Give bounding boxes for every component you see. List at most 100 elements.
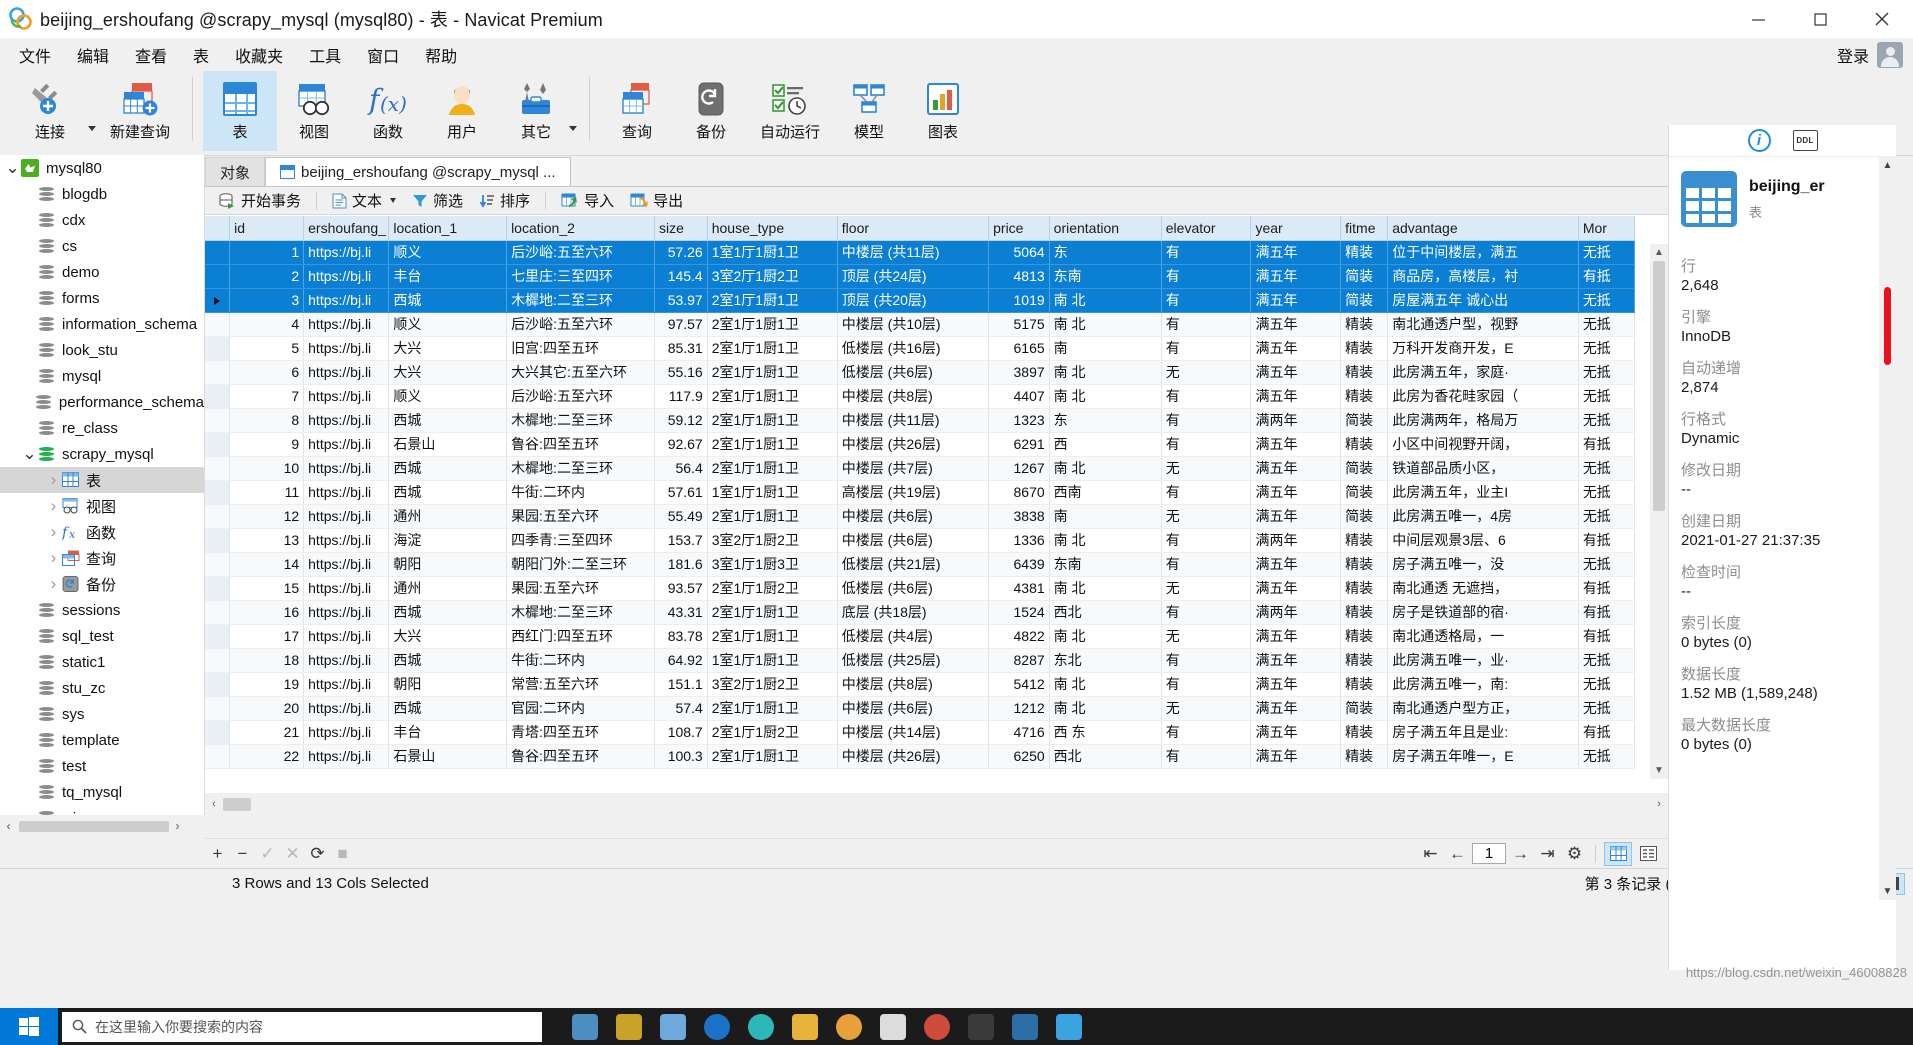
cell-orientation[interactable]: 南 北 (1049, 528, 1162, 553)
toolbar-chart-button[interactable]: 图表 (906, 71, 980, 151)
cell-id[interactable]: 5 (229, 336, 305, 361)
cell-loc2[interactable]: 朝阳门外:二至三环 (506, 552, 656, 577)
taskbar-app-9-icon[interactable] (924, 1013, 950, 1040)
cell-orientation[interactable]: 西南 (1049, 480, 1162, 505)
cell-floor[interactable]: 低楼层 (共25层) (837, 648, 990, 673)
row-gutter-cell[interactable] (205, 360, 231, 385)
cell-mor[interactable]: 无抵 (1578, 480, 1636, 505)
cell-id[interactable]: 17 (229, 624, 305, 649)
column-header-id[interactable]: id (229, 216, 305, 241)
cell-size[interactable]: 181.6 (654, 552, 708, 577)
cell-floor[interactable]: 底层 (共18层) (837, 600, 990, 625)
cell-price[interactable]: 1336 (988, 528, 1050, 553)
cell-year[interactable]: 满五年 (1250, 504, 1342, 529)
cell-size[interactable]: 85.31 (654, 336, 708, 361)
taskbar-app-3-icon[interactable] (660, 1013, 686, 1040)
menu-tools[interactable]: 工具 (296, 39, 354, 71)
cell-id[interactable]: 7 (229, 384, 305, 409)
first-page-button[interactable]: ⇤ (1418, 841, 1443, 866)
cell-loc2[interactable]: 木樨地:二至三环 (506, 456, 656, 481)
cell-id[interactable]: 9 (229, 432, 305, 457)
minimize-button[interactable] (1727, 0, 1789, 38)
cell-url[interactable]: https://bj.li (303, 312, 390, 337)
cell-size[interactable]: 55.16 (654, 360, 708, 385)
sidebar-item-test[interactable]: test (0, 753, 204, 779)
cell-elevator[interactable]: 无 (1161, 696, 1252, 721)
row-gutter-cell[interactable] (205, 720, 231, 745)
cell-year[interactable]: 满两年 (1250, 528, 1342, 553)
cell-elevator[interactable]: 有 (1161, 552, 1252, 577)
cell-mor[interactable]: 无抵 (1578, 240, 1636, 265)
delete-record-button[interactable]: − (230, 841, 255, 866)
page-number-input[interactable]: 1 (1472, 843, 1506, 864)
cell-fitme[interactable]: 精装 (1340, 576, 1389, 601)
cell-advantage[interactable]: 房子满五年且是业: (1387, 720, 1579, 745)
stop-button[interactable]: ■ (330, 841, 355, 866)
scroll-right-icon[interactable]: › (1650, 798, 1668, 810)
cell-id[interactable]: 13 (229, 528, 305, 553)
cell-mor[interactable]: 无抵 (1578, 312, 1636, 337)
prev-page-button[interactable]: ← (1445, 841, 1470, 866)
cell-loc2[interactable]: 鲁谷:四至五环 (506, 432, 656, 457)
cell-fitme[interactable]: 简装 (1340, 480, 1389, 505)
cell-elevator[interactable]: 有 (1161, 312, 1252, 337)
column-header-elevator[interactable]: elevator (1161, 216, 1252, 241)
cell-floor[interactable]: 高楼层 (共19层) (837, 480, 990, 505)
cell-elevator[interactable]: 无 (1161, 624, 1252, 649)
cell-fitme[interactable]: 简装 (1340, 456, 1389, 481)
sidebar-item-re_class[interactable]: re_class (0, 415, 204, 441)
table-row[interactable]: 16 https://bj.li 西城 木樨地:二至三环 43.31 2室1厅1厨1卫 底层… (205, 600, 1636, 625)
add-record-button[interactable]: + (205, 841, 230, 866)
cell-mor[interactable]: 有抵 (1578, 432, 1636, 457)
cell-price[interactable]: 3897 (988, 360, 1050, 385)
cell-orientation[interactable]: 南 (1049, 336, 1162, 361)
cell-house_type[interactable]: 2室1厅1厨1卫 (707, 312, 838, 337)
cell-orientation[interactable]: 西 东 (1049, 720, 1162, 745)
cell-loc2[interactable]: 牛街:二环内 (506, 480, 656, 505)
cell-loc2[interactable]: 后沙峪:五至六环 (506, 384, 656, 409)
table-row[interactable]: 21 https://bj.li 丰台 青塔:四至五环 108.7 2室1厅1厨2卫 中楼层… (205, 720, 1636, 745)
cell-fitme[interactable]: 简装 (1340, 408, 1389, 433)
sidebar-item-wj[interactable]: wj (0, 805, 204, 815)
sidebar-item-sql_test[interactable]: sql_test (0, 623, 204, 649)
cell-fitme[interactable]: 精装 (1340, 624, 1389, 649)
taskbar-app-10-icon[interactable] (968, 1013, 994, 1040)
row-gutter-cell[interactable] (205, 456, 231, 481)
cell-id[interactable]: 3 (229, 288, 305, 313)
cell-house_type[interactable]: 2室1厅1厨2卫 (707, 576, 838, 601)
cell-orientation[interactable]: 南 北 (1049, 360, 1162, 385)
cell-size[interactable]: 151.1 (654, 672, 708, 697)
cell-fitme[interactable]: 精装 (1340, 648, 1389, 673)
cell-id[interactable]: 20 (229, 696, 305, 721)
cell-loc1[interactable]: 顺义 (388, 384, 508, 409)
cell-size[interactable]: 92.67 (654, 432, 708, 457)
row-gutter-cell[interactable] (205, 600, 231, 625)
cell-fitme[interactable]: 简装 (1340, 264, 1389, 289)
cell-house_type[interactable]: 2室1厅1厨1卫 (707, 744, 838, 769)
table-row[interactable]: 9 https://bj.li 石景山 鲁谷:四至五环 92.67 2室1厅1厨1卫 中楼层… (205, 432, 1636, 457)
cell-loc2[interactable]: 后沙峪:五至六环 (506, 312, 656, 337)
cell-price[interactable]: 8670 (988, 480, 1050, 505)
cell-year[interactable]: 满五年 (1250, 552, 1342, 577)
sidebar-item-demo[interactable]: demo (0, 259, 204, 285)
cell-loc2[interactable]: 木樨地:二至三环 (506, 600, 656, 625)
sidebar-item-视图[interactable]: 视图 (0, 493, 204, 519)
taskbar-app-8-icon[interactable] (880, 1013, 906, 1040)
table-row[interactable]: 22 https://bj.li 石景山 鲁谷:四至五环 100.3 2室1厅1厨1卫 中楼… (205, 744, 1636, 769)
cell-price[interactable]: 5175 (988, 312, 1050, 337)
cell-id[interactable]: 15 (229, 576, 305, 601)
cell-price[interactable]: 6291 (988, 432, 1050, 457)
cell-year[interactable]: 满两年 (1250, 600, 1342, 625)
cell-loc1[interactable]: 顺义 (388, 312, 508, 337)
cell-floor[interactable]: 中楼层 (共26层) (837, 744, 990, 769)
toolbar-table-button[interactable]: 表 (203, 71, 277, 151)
table-row[interactable]: 12 https://bj.li 通州 果园:五至六环 55.49 2室1厅1厨1卫 中楼层… (205, 504, 1636, 529)
login-label[interactable]: 登录 (1837, 43, 1869, 67)
cell-mor[interactable]: 无抵 (1578, 288, 1636, 313)
cell-floor[interactable]: 低楼层 (共16层) (837, 336, 990, 361)
sidebar-item-blogdb[interactable]: blogdb (0, 181, 204, 207)
cell-price[interactable]: 4822 (988, 624, 1050, 649)
sidebar-item-tq_mysql[interactable]: tq_mysql (0, 779, 204, 805)
cell-house_type[interactable]: 3室2厅1厨2卫 (707, 528, 838, 553)
sidebar-item-cs[interactable]: cs (0, 233, 204, 259)
